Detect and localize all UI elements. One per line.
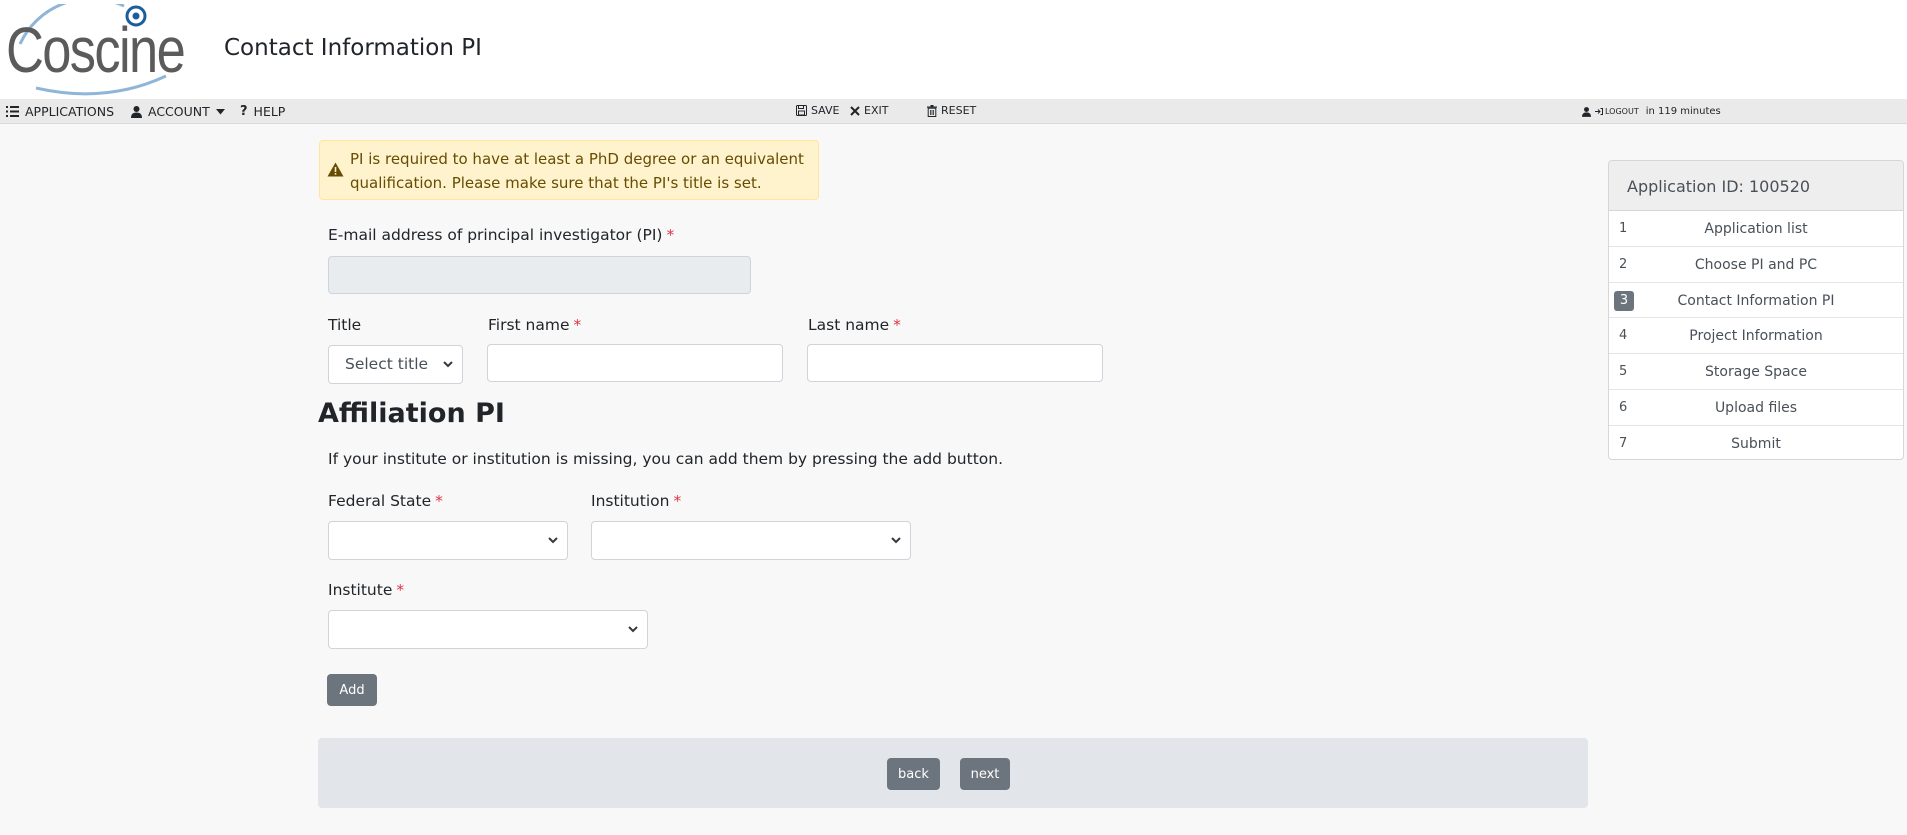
required-marker: * <box>666 226 675 244</box>
required-marker: * <box>573 316 582 334</box>
step-item-6[interactable]: 6 Upload files <box>1609 390 1903 426</box>
sign-out-icon <box>1595 108 1603 115</box>
close-icon <box>850 105 860 116</box>
step-item-7[interactable]: 7 Submit <box>1609 426 1903 459</box>
required-marker: * <box>893 316 901 334</box>
first-name-label: First name * <box>488 316 581 334</box>
save-label: SAVE <box>811 104 840 117</box>
caret-down-icon <box>215 108 225 114</box>
title-label: Title <box>328 316 362 334</box>
applications-label: APPLICATIONS <box>25 104 115 119</box>
last-name-label: Last name * <box>808 316 901 334</box>
step-label: Submit <box>1731 435 1781 452</box>
chevron-down-icon <box>548 537 558 544</box>
required-marker: * <box>435 492 443 510</box>
step-label: Application list <box>1704 221 1808 237</box>
applications-menu[interactable]: APPLICATIONS <box>6 104 114 119</box>
logo-text: Coscine <box>6 14 186 86</box>
reset-label: RESET <box>941 104 977 117</box>
chevron-down-icon <box>628 626 638 633</box>
federal-state-label-text: Federal State <box>328 492 432 510</box>
email-label: E-mail address of principal investigator… <box>328 226 674 244</box>
logout-label: LOGOUT <box>1605 107 1639 116</box>
help-link[interactable]: ? HELP <box>240 104 285 119</box>
federal-state-select[interactable] <box>328 521 568 560</box>
first-name-field[interactable] <box>487 344 783 382</box>
step-label: Contact Information PI <box>1677 292 1835 309</box>
reset-button[interactable]: RESET <box>927 104 976 117</box>
institute-label: Institute * <box>328 581 404 599</box>
first-name-label-text: First name <box>488 316 570 334</box>
federal-state-label: Federal State * <box>328 492 443 510</box>
question-icon: ? <box>240 104 248 119</box>
step-label: Upload files <box>1714 399 1798 416</box>
step-item-2[interactable]: 2 Choose PI and PC <box>1609 247 1903 283</box>
step-label: Project Information <box>1689 328 1823 345</box>
steps-list: 1 Application list 2 Choose PI and PC 3 Conta… <box>1609 211 1903 459</box>
warning-icon <box>327 162 344 177</box>
required-marker: * <box>396 581 405 599</box>
save-button[interactable]: SAVE <box>796 104 839 117</box>
institution-label-text: Institution <box>591 492 670 510</box>
next-button[interactable]: next <box>960 758 1010 790</box>
app-header: Coscine Contact Information PI <box>0 0 1907 99</box>
title-select-value: Select title <box>345 355 429 373</box>
toolbar: APPLICATIONS ACCOUNT ? HELP SAVE EXIT RE… <box>0 99 1907 124</box>
chevron-down-icon <box>891 537 901 544</box>
trash-icon <box>927 104 937 117</box>
exit-button[interactable]: EXIT <box>850 104 888 117</box>
step-label: Choose PI and PC <box>1694 256 1818 273</box>
user-icon <box>131 105 142 118</box>
application-id: Application ID: 100520 <box>1609 161 1903 211</box>
help-label: HELP <box>253 104 286 119</box>
step-label: Storage Space <box>1705 364 1807 381</box>
step-item-4[interactable]: 4 Project Information <box>1609 318 1903 355</box>
institute-select[interactable] <box>328 610 648 649</box>
account-menu[interactable]: ACCOUNT <box>131 104 225 119</box>
user-icon <box>1582 106 1591 117</box>
coscine-logo[interactable]: Coscine <box>6 4 206 96</box>
alert-text: PI is required to have at least a PhD de… <box>350 150 804 192</box>
institution-select[interactable] <box>591 521 911 560</box>
email-label-text: E-mail address of principal investigator… <box>328 226 663 244</box>
chevron-down-icon <box>443 361 453 368</box>
logout-link[interactable]: LOGOUT <box>1595 107 1639 116</box>
title-select[interactable]: Select title <box>328 345 463 384</box>
last-name-label-text: Last name <box>808 316 890 334</box>
account-label: ACCOUNT <box>148 104 210 119</box>
session-timer: in 119 minutes <box>1645 106 1721 117</box>
session-info: LOGOUT in 119 minutes <box>1582 106 1721 117</box>
wizard-steps-sidebar: Application ID: 100520 1 Application list… <box>1608 160 1904 460</box>
step-item-1[interactable]: 1 Application list <box>1609 211 1903 247</box>
back-button[interactable]: back <box>887 758 940 790</box>
institute-label-text: Institute <box>328 581 393 599</box>
affiliation-heading: Affiliation PI <box>318 398 505 429</box>
required-marker: * <box>673 492 682 510</box>
step-item-5[interactable]: 5 Storage Space <box>1609 354 1903 390</box>
exit-label: EXIT <box>864 104 889 117</box>
affiliation-help-text: If your institute or institution is miss… <box>328 450 1003 468</box>
wizard-nav-bar: back next <box>318 738 1588 808</box>
institution-label: Institution * <box>591 492 681 510</box>
email-field[interactable] <box>328 256 751 294</box>
list-icon <box>6 106 19 117</box>
step-item-3[interactable]: 3 Contact Information PI <box>1609 283 1903 319</box>
title-warning-alert: PI is required to have at least a PhD de… <box>319 140 819 200</box>
page-title: Contact Information PI <box>224 35 482 61</box>
add-affiliation-button[interactable]: Add <box>327 674 377 706</box>
save-icon <box>796 105 807 116</box>
last-name-field[interactable] <box>807 344 1103 382</box>
